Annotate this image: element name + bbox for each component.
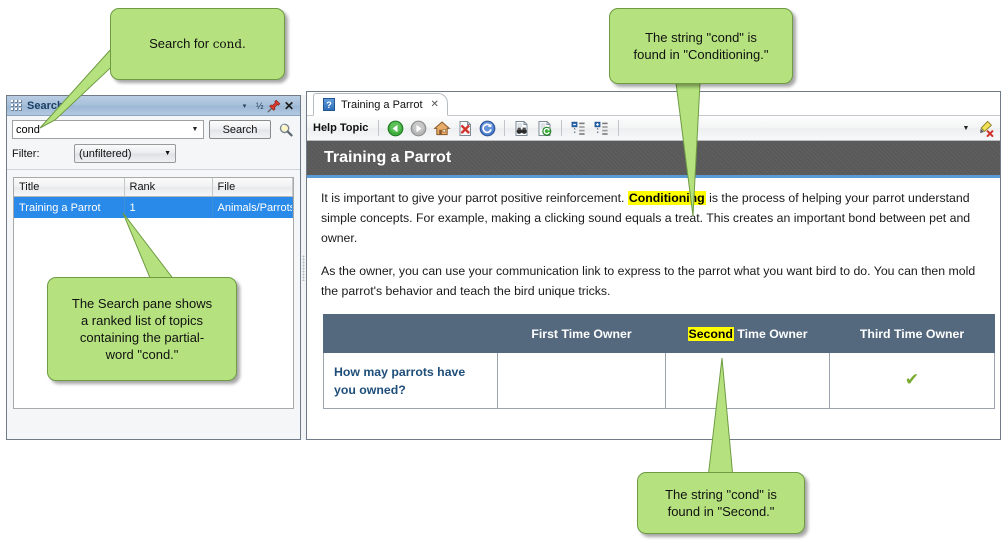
screenshot-root: Search ▾ ½ ✕ ▼ Search [0, 0, 1007, 552]
callout-line-1: The string "cond" is [645, 30, 757, 45]
callout-line-3: containing the partial- [79, 330, 205, 345]
callout-line-1: The Search pane shows [71, 296, 213, 311]
callout-line-1: The string "cond" is [665, 487, 777, 502]
callout-line-2: a ranked list of topics [80, 313, 204, 328]
callout-line-2: found in "Conditioning." [633, 47, 769, 62]
callout-search-pane-ranked-list: The Search pane shows a ranked list of t… [47, 277, 237, 381]
callout-text: Search for cond. [149, 36, 246, 51]
callout-second: The string "cond" is found in "Second." [637, 472, 805, 534]
callout-search-for-cond: Search for cond. [110, 8, 285, 80]
callout-line-4: word "cond." [105, 347, 179, 362]
callout-conditioning: The string "cond" is found in "Condition… [609, 8, 793, 84]
callout-leaders [0, 0, 1007, 552]
callout-line-2: found in "Second." [667, 504, 775, 519]
